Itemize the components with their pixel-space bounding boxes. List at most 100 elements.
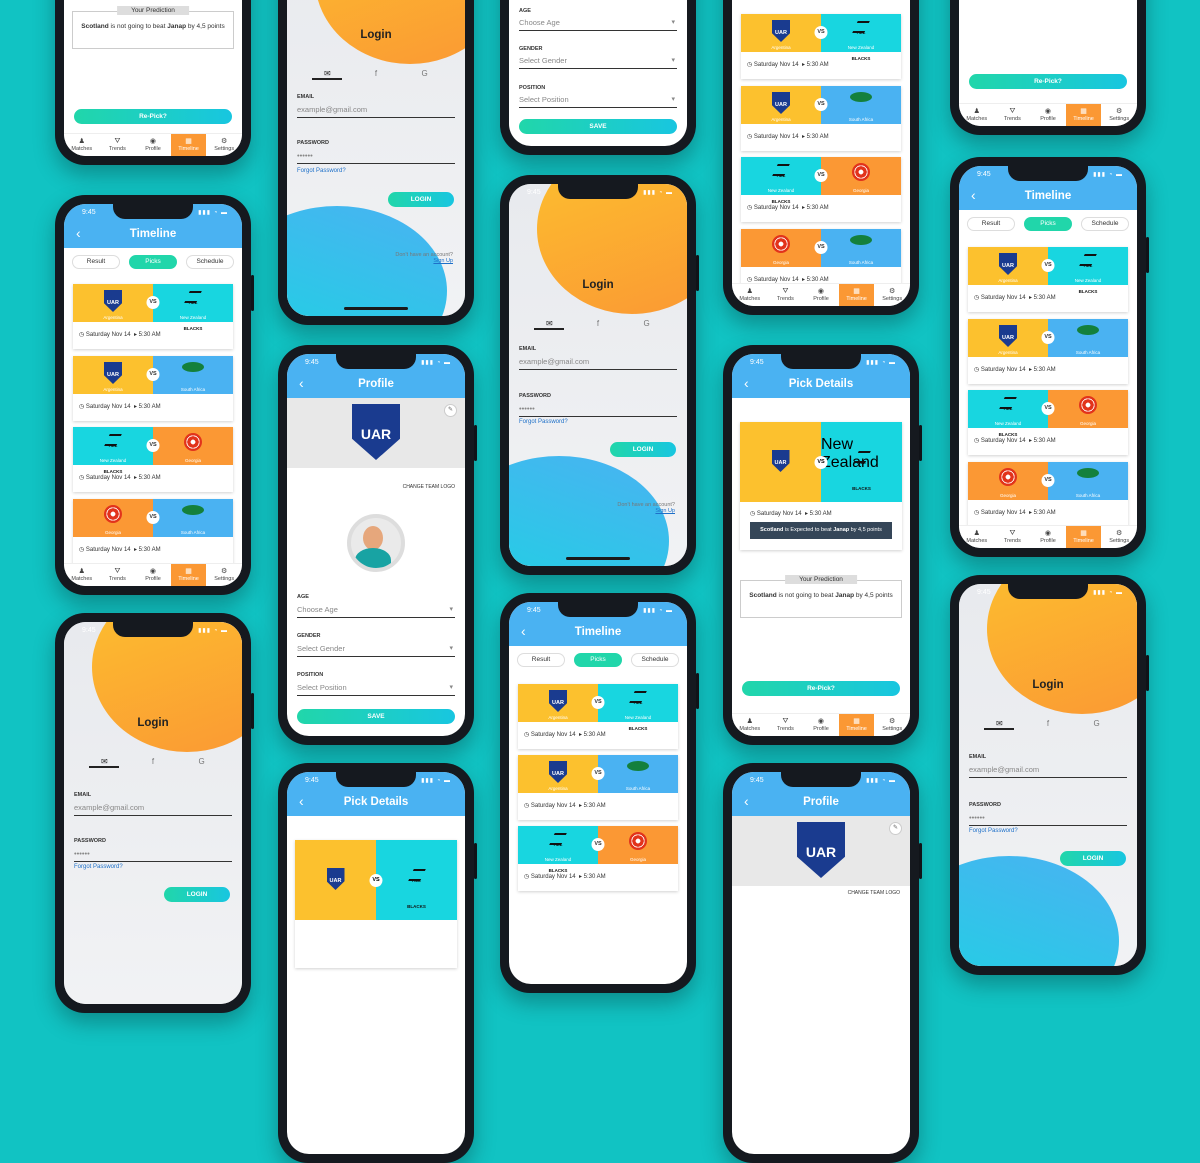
email-field[interactable]: example@gmail.com bbox=[74, 803, 232, 816]
match-card[interactable]: ALL BLACKS New Zealand VS Georgia ◷ Satur… bbox=[518, 826, 678, 891]
email-field[interactable]: example@gmail.com bbox=[297, 105, 455, 118]
nav-profile[interactable]: ◉ Profile bbox=[1030, 104, 1066, 126]
signup-link[interactable]: Sign Up bbox=[655, 508, 675, 514]
nav-timeline[interactable]: ▦ Timeline bbox=[170, 134, 207, 156]
email-icon[interactable]: ✉ bbox=[89, 757, 120, 768]
nav-profile[interactable]: ◉ Profile bbox=[803, 284, 839, 306]
edit-icon[interactable]: ✎ bbox=[889, 822, 902, 835]
nav-trends[interactable]: ⛛ Trends bbox=[768, 284, 804, 306]
nav-settings[interactable]: ⚙ Settings bbox=[874, 714, 910, 736]
nav-matches[interactable]: ♟ Matches bbox=[732, 714, 768, 736]
nav-matches[interactable]: ♟ Matches bbox=[732, 284, 768, 306]
nav-settings[interactable]: ⚙ Settings bbox=[1101, 526, 1137, 548]
email-field[interactable]: example@gmail.com bbox=[969, 765, 1127, 778]
tab-picks[interactable]: Picks bbox=[1024, 217, 1072, 231]
facebook-icon[interactable]: f bbox=[583, 319, 613, 330]
edit-icon[interactable]: ✎ bbox=[444, 404, 457, 417]
login-button[interactable]: LOGIN bbox=[1060, 851, 1126, 866]
save-button[interactable]: SAVE bbox=[297, 709, 455, 724]
age-select[interactable]: Choose Age bbox=[297, 605, 455, 618]
nav-trends[interactable]: ⛛ Trends bbox=[768, 714, 804, 736]
nav-matches[interactable]: ♟ Matches bbox=[64, 134, 100, 156]
forgot-password-link[interactable]: Forgot Password? bbox=[74, 864, 123, 870]
age-select[interactable]: Choose Age bbox=[519, 18, 677, 31]
nav-settings[interactable]: ⚙ Settings bbox=[874, 284, 910, 306]
facebook-icon[interactable]: f bbox=[361, 69, 391, 80]
nav-trends[interactable]: ⛛ Trends bbox=[100, 564, 136, 586]
password-field[interactable]: •••••• bbox=[969, 813, 1127, 826]
repick-button[interactable]: Re-Pick? bbox=[742, 681, 900, 696]
nav-settings[interactable]: ⚙ Settings bbox=[1101, 104, 1137, 126]
match-card[interactable]: UAR Argentina VS ALL BLACKS New Zealand ◷ … bbox=[73, 284, 233, 349]
match-card[interactable]: UAR Argentina VS ALL BLACKS New Zealand ◷ … bbox=[518, 684, 678, 749]
nav-timeline[interactable]: ▦ Timeline bbox=[170, 564, 207, 586]
google-icon[interactable]: G bbox=[187, 757, 217, 768]
tab-schedule[interactable]: Schedule bbox=[1081, 217, 1129, 231]
email-icon[interactable]: ✉ bbox=[984, 719, 1015, 730]
google-icon[interactable]: G bbox=[410, 69, 440, 80]
tab-schedule[interactable]: Schedule bbox=[631, 653, 679, 667]
nav-profile[interactable]: ◉ Profile bbox=[135, 564, 171, 586]
nav-timeline[interactable]: ▦ Timeline bbox=[1065, 104, 1102, 126]
nav-profile[interactable]: ◉ Profile bbox=[135, 134, 171, 156]
repick-button[interactable]: Re-Pick? bbox=[969, 74, 1127, 89]
password-field[interactable]: •••••• bbox=[519, 404, 677, 417]
nav-trends[interactable]: ⛛ Trends bbox=[995, 526, 1031, 548]
nav-timeline[interactable]: ▦ Timeline bbox=[838, 714, 875, 736]
match-card[interactable]: ALL BLACKS New Zealand VS Georgia ◷ Satur… bbox=[968, 390, 1128, 455]
nav-timeline[interactable]: ▦ Timeline bbox=[1065, 526, 1102, 548]
tab-result[interactable]: Result bbox=[517, 653, 565, 667]
position-select[interactable]: Select Position bbox=[297, 683, 455, 696]
match-card[interactable]: UAR Argentina VS South Africa ◷ Saturday … bbox=[741, 86, 901, 151]
forgot-password-link[interactable]: Forgot Password? bbox=[519, 419, 568, 425]
nav-trends[interactable]: ⛛ Trends bbox=[995, 104, 1031, 126]
match-card[interactable]: UAR Argentina VS South Africa ◷ Saturday … bbox=[73, 356, 233, 421]
change-team-logo-link[interactable]: CHANGE TEAM LOGO bbox=[403, 484, 455, 490]
tab-schedule[interactable]: Schedule bbox=[186, 255, 234, 269]
bottom-nav: ♟ Matches ⛛ Trends ◉ Profile ▦ Timeline ⚙ Set… bbox=[732, 713, 910, 736]
email-icon[interactable]: ✉ bbox=[312, 69, 343, 80]
tab-result[interactable]: Result bbox=[967, 217, 1015, 231]
nav-matches[interactable]: ♟ Matches bbox=[959, 526, 995, 548]
forgot-password-link[interactable]: Forgot Password? bbox=[297, 168, 346, 174]
match-card[interactable]: UAR Argentina VS ALL BLACKS New Zealand ◷ … bbox=[968, 247, 1128, 312]
tab-picks[interactable]: Picks bbox=[129, 255, 177, 269]
save-button[interactable]: SAVE bbox=[519, 119, 677, 134]
tab-result[interactable]: Result bbox=[72, 255, 120, 269]
gender-select[interactable]: Select Gender bbox=[519, 56, 677, 69]
email-field[interactable]: example@gmail.com bbox=[519, 357, 677, 370]
match-card[interactable]: Georgia VS South Africa ◷ Saturday Nov 1… bbox=[73, 499, 233, 564]
login-button[interactable]: LOGIN bbox=[610, 442, 676, 457]
change-team-logo-link[interactable]: CHANGE TEAM LOGO bbox=[848, 890, 900, 896]
match-card[interactable]: ALL BLACKS New Zealand VS Georgia ◷ Satur… bbox=[73, 427, 233, 492]
facebook-icon[interactable]: f bbox=[138, 757, 168, 768]
match-card[interactable]: Georgia VS South Africa ◷ Saturday Nov 1… bbox=[968, 462, 1128, 527]
google-icon[interactable]: G bbox=[1082, 719, 1112, 730]
facebook-icon[interactable]: f bbox=[1033, 719, 1063, 730]
forgot-password-link[interactable]: Forgot Password? bbox=[969, 828, 1018, 834]
email-icon[interactable]: ✉ bbox=[534, 319, 565, 330]
match-card[interactable]: ALL BLACKS New Zealand VS Georgia ◷ Satur… bbox=[741, 157, 901, 222]
password-field[interactable]: •••••• bbox=[74, 849, 232, 862]
repick-button[interactable]: Re-Pick? bbox=[74, 109, 232, 124]
match-card[interactable]: UAR Argentina VS ALL BLACKS New Zealand ◷ … bbox=[741, 14, 901, 79]
login-title: Login bbox=[582, 279, 614, 291]
position-select[interactable]: Select Position bbox=[519, 95, 677, 108]
nav-settings[interactable]: ⚙ Settings bbox=[206, 564, 242, 586]
nav-timeline[interactable]: ▦ Timeline bbox=[838, 284, 875, 306]
gender-select[interactable]: Select Gender bbox=[297, 644, 455, 657]
nav-profile[interactable]: ◉ Profile bbox=[1030, 526, 1066, 548]
nav-trends[interactable]: ⛛ Trends bbox=[100, 134, 136, 156]
nav-matches[interactable]: ♟ Matches bbox=[959, 104, 995, 126]
google-icon[interactable]: G bbox=[632, 319, 662, 330]
nav-settings[interactable]: ⚙ Settings bbox=[206, 134, 242, 156]
avatar[interactable] bbox=[347, 514, 405, 572]
match-card[interactable]: UAR Argentina VS South Africa ◷ Saturday … bbox=[518, 755, 678, 820]
match-card[interactable]: UAR Argentina VS South Africa ◷ Saturday … bbox=[968, 319, 1128, 384]
nav-matches[interactable]: ♟ Matches bbox=[64, 564, 100, 586]
login-button[interactable]: LOGIN bbox=[388, 192, 454, 207]
tab-picks[interactable]: Picks bbox=[574, 653, 622, 667]
password-field[interactable]: •••••• bbox=[297, 151, 455, 164]
signup-link[interactable]: Sign Up bbox=[433, 258, 453, 264]
nav-profile[interactable]: ◉ Profile bbox=[803, 714, 839, 736]
